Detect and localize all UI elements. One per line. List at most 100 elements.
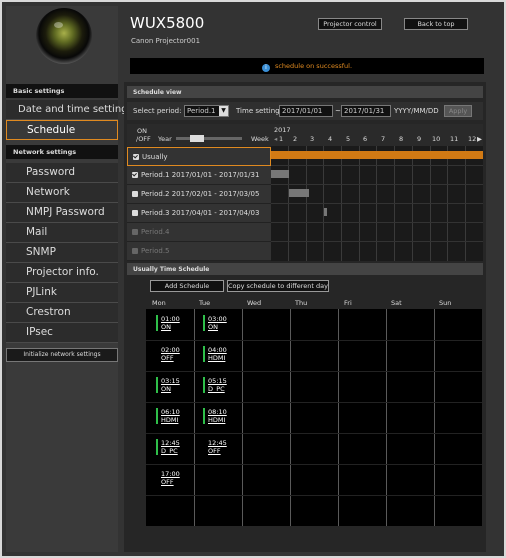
projector-lens-logo <box>36 8 92 64</box>
week-number: 5 <box>346 135 351 143</box>
entry-time: 04:00 <box>208 346 227 354</box>
week-number: 8 <box>399 135 404 143</box>
week-number: 2 <box>293 135 298 143</box>
period-label: Period.2 2017/02/01 - 2017/03/05 <box>141 190 260 198</box>
schedule-entry[interactable]: 08:10 HDMI <box>203 408 227 424</box>
schedule-view-title: Schedule view <box>127 86 483 98</box>
onoff-label-line2: /OFF <box>136 135 151 143</box>
schedule-entry[interactable]: 03:15 ON <box>156 377 180 393</box>
sidebar-item-ipsec[interactable]: IPsec <box>6 323 118 343</box>
day-header: Sat <box>391 299 402 307</box>
apply-button[interactable]: Apply <box>444 105 472 117</box>
status-message: schedule on successful. <box>274 62 353 70</box>
period-select-value: Period.1 <box>187 107 216 115</box>
week-number: 10 <box>432 135 441 143</box>
entry-action: OFF <box>208 447 221 455</box>
model-name: WUX5800 <box>130 14 205 32</box>
sidebar-item-schedule[interactable]: Schedule <box>6 120 118 140</box>
sidebar-item-pjlink[interactable]: PJLink <box>6 283 118 303</box>
schedule-entry[interactable]: 06:10 HDMI <box>156 408 180 424</box>
projector-control-button[interactable]: Projector control <box>318 18 382 30</box>
period-label: Period.3 2017/04/01 - 2017/04/03 <box>141 209 260 217</box>
day-header: Fri <box>344 299 352 307</box>
day-header: Mon <box>152 299 166 307</box>
week-number: 3 <box>310 135 315 143</box>
select-period-label: Select period: <box>133 107 182 115</box>
period-label: Period.4 <box>141 228 170 236</box>
day-header: Sun <box>439 299 452 307</box>
next-week-arrow[interactable]: ▶ <box>477 135 482 143</box>
entry-time: 08:10 <box>208 408 227 416</box>
year-label: Year <box>158 135 172 143</box>
date-to-input[interactable]: 2017/01/31 <box>341 105 391 117</box>
schedule-entry[interactable]: 02:00 OFF <box>156 346 180 362</box>
entry-time: 01:00 <box>161 315 180 323</box>
sidebar-item-nmpj-password[interactable]: NMPJ Password <box>6 203 118 223</box>
period-row-4: Period.4 <box>127 223 271 242</box>
period-label: Period.5 <box>141 247 170 255</box>
date-from-input[interactable]: 2017/01/01 <box>279 105 333 117</box>
chevron-down-icon: ▼ <box>219 106 228 116</box>
schedule-entry[interactable]: 03:00 ON <box>203 315 227 331</box>
week-number: 6 <box>363 135 368 143</box>
period-checkbox[interactable] <box>132 191 138 197</box>
add-schedule-button[interactable]: Add Schedule <box>150 280 224 292</box>
zoom-slider-track[interactable] <box>176 137 242 140</box>
copy-schedule-button[interactable]: Copy schedule to different day <box>227 280 329 292</box>
entry-action: ON <box>208 323 218 331</box>
entry-time: 03:00 <box>208 315 227 323</box>
date-format-label: YYYY/MM/DD <box>394 107 439 115</box>
info-icon: i <box>261 64 270 72</box>
status-message-bar: i schedule on successful. <box>130 58 484 74</box>
period-select[interactable]: Period.1 ▼ <box>184 105 229 117</box>
period-label: Period.1 2017/01/01 - 2017/01/31 <box>141 171 260 179</box>
entry-time: 12:45 <box>208 439 227 447</box>
period-row-3[interactable]: Period.3 2017/04/01 - 2017/04/03 <box>127 204 271 223</box>
week-number: 11 <box>450 135 459 143</box>
zoom-slider-handle[interactable] <box>190 135 204 142</box>
sidebar-item-password[interactable]: Password <box>6 163 118 183</box>
entry-action: OFF <box>161 354 174 362</box>
period-checkbox[interactable] <box>133 154 139 160</box>
entry-time: 03:15 <box>161 377 180 385</box>
schedule-entry[interactable]: 17:00 OFF <box>156 470 180 486</box>
sidebar-item-crestron[interactable]: Crestron <box>6 303 118 323</box>
entry-time: 12:45 <box>161 439 180 447</box>
basic-settings-heading: Basic settings <box>6 84 118 98</box>
entry-action: D_PC <box>161 447 178 455</box>
entry-action: HDMI <box>208 416 226 424</box>
entry-action: HDMI <box>208 354 226 362</box>
time-setting-label: Time setting: <box>236 107 282 115</box>
period-row-1[interactable]: Period.1 2017/01/01 - 2017/01/31 <box>127 166 271 185</box>
schedule-entry[interactable]: 12:45 OFF <box>203 439 227 455</box>
period-label: Usually <box>142 153 168 161</box>
schedule-entry[interactable]: 12:45 D_PC <box>156 439 180 455</box>
entry-action: D_PC <box>208 385 225 393</box>
initialize-network-settings-button[interactable]: Initialize network settings <box>6 348 118 362</box>
sidebar-item-snmp[interactable]: SNMP <box>6 243 118 263</box>
period-row-usually[interactable]: Usually <box>127 147 271 166</box>
sidebar-item-date-time[interactable]: Date and time settings <box>6 100 133 120</box>
schedule-entry[interactable]: 04:00 HDMI <box>203 346 227 362</box>
usually-timeline-bar <box>271 151 483 159</box>
network-settings-heading: Network settings <box>6 145 118 159</box>
day-header: Wed <box>247 299 262 307</box>
sidebar-item-network[interactable]: Network <box>6 183 118 203</box>
period-checkbox[interactable] <box>132 210 138 216</box>
schedule-entry[interactable]: 05:15 D_PC <box>203 377 227 393</box>
period-row-2[interactable]: Period.2 2017/02/01 - 2017/03/05 <box>127 185 271 204</box>
week-number: 4 <box>328 135 333 143</box>
sidebar-item-projector-info[interactable]: Projector info. <box>6 263 118 283</box>
entry-time: 02:00 <box>161 346 180 354</box>
period-checkbox[interactable] <box>132 172 138 178</box>
entry-time: 05:15 <box>208 377 227 385</box>
period3-timeline-bar <box>324 208 327 216</box>
schedule-entry[interactable]: 01:00 ON <box>156 315 180 331</box>
timeline-header: ON /OFF Year Week ◂ 2017 1 2 3 4 5 6 7 8… <box>127 124 483 146</box>
week-number: 1 <box>279 135 284 143</box>
back-to-top-button[interactable]: Back to top <box>404 18 468 30</box>
period1-timeline-bar <box>271 170 289 178</box>
sidebar-item-mail[interactable]: Mail <box>6 223 118 243</box>
week-number: 7 <box>381 135 386 143</box>
entry-action: HDMI <box>161 416 179 424</box>
